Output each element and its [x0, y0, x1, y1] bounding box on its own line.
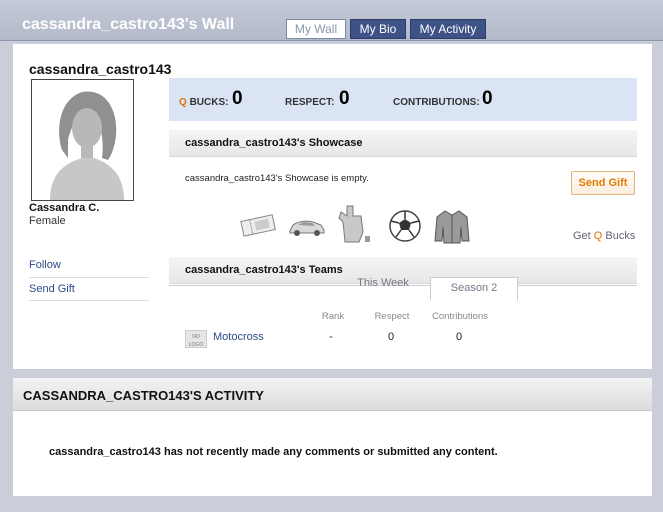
tab-my-bio[interactable]: My Bio — [350, 19, 406, 39]
contributions-value: 0 — [482, 88, 493, 109]
tab-season-2[interactable]: Season 2 — [430, 277, 518, 301]
team-contributions: 0 — [455, 331, 463, 343]
team-respect: 0 — [387, 331, 395, 343]
header-bar: cassandra_castro143's Wall My Wall My Bi… — [0, 0, 663, 41]
ticket-icon[interactable] — [239, 212, 277, 238]
activity-panel: CASSANDRA_CASTRO143'S ACTIVITY cassandra… — [13, 378, 652, 496]
send-gift-link[interactable]: Send Gift — [29, 283, 75, 295]
gender-label: Female — [29, 215, 66, 227]
jacket-icon[interactable] — [433, 207, 471, 245]
showcase-header: cassandra_castro143's Showcase — [169, 130, 637, 157]
tab-my-wall[interactable]: My Wall — [286, 19, 346, 39]
avatar — [31, 79, 134, 201]
column-header-respect: Respect — [374, 311, 410, 322]
profile-panel: cassandra_castro143 Cassandra C. Female … — [13, 44, 652, 369]
page-title: cassandra_castro143's Wall — [22, 16, 235, 33]
foam-finger-icon[interactable] — [335, 204, 371, 244]
showcase-title: cassandra_castro143's Showcase — [185, 137, 363, 149]
bucks-value: 0 — [232, 88, 243, 109]
team-rank: - — [329, 331, 333, 343]
follow-link[interactable]: Follow — [29, 259, 61, 271]
activity-title: CASSANDRA_CASTRO143'S ACTIVITY — [23, 388, 264, 403]
activity-empty-message: cassandra_castro143 has not recently mad… — [49, 446, 498, 458]
q-mark: Q — [179, 97, 187, 108]
bucks-label: Q BUCKS: — [179, 97, 228, 108]
divider — [29, 277, 149, 278]
contributions-label: CONTRIBUTIONS: — [393, 97, 480, 108]
username-heading: cassandra_castro143 — [29, 61, 172, 77]
soccer-ball-icon[interactable] — [388, 209, 422, 243]
get-bucks-prefix: Get — [573, 230, 594, 242]
get-bucks-suffix: Bucks — [602, 230, 636, 242]
activity-header: CASSANDRA_CASTRO143'S ACTIVITY — [13, 378, 652, 411]
send-gift-button[interactable]: Send Gift — [571, 171, 635, 195]
divider — [29, 300, 149, 301]
respect-value: 0 — [339, 88, 350, 109]
get-bucks-link[interactable]: Get Q Bucks — [573, 230, 635, 242]
display-name: Cassandra C. — [29, 202, 100, 214]
tab-this-week[interactable]: This Week — [336, 275, 430, 291]
bucks-label-text: BUCKS: — [189, 97, 229, 108]
car-icon[interactable] — [287, 216, 327, 238]
showcase-empty-message: cassandra_castro143's Showcase is empty. — [185, 173, 369, 184]
respect-label: RESPECT: — [285, 97, 335, 108]
teams-title: cassandra_castro143's Teams — [185, 264, 343, 276]
tab-my-activity[interactable]: My Activity — [410, 19, 486, 39]
column-header-contributions: Contributions — [432, 311, 488, 322]
stats-bar: Q BUCKS: 0 RESPECT: 0 CONTRIBUTIONS: 0 — [169, 78, 637, 121]
team-logo-placeholder: NO LOGO — [185, 330, 207, 348]
column-header-rank: Rank — [321, 311, 345, 322]
team-link-motocross[interactable]: Motocross — [213, 331, 264, 343]
female-silhouette-icon — [50, 91, 124, 200]
